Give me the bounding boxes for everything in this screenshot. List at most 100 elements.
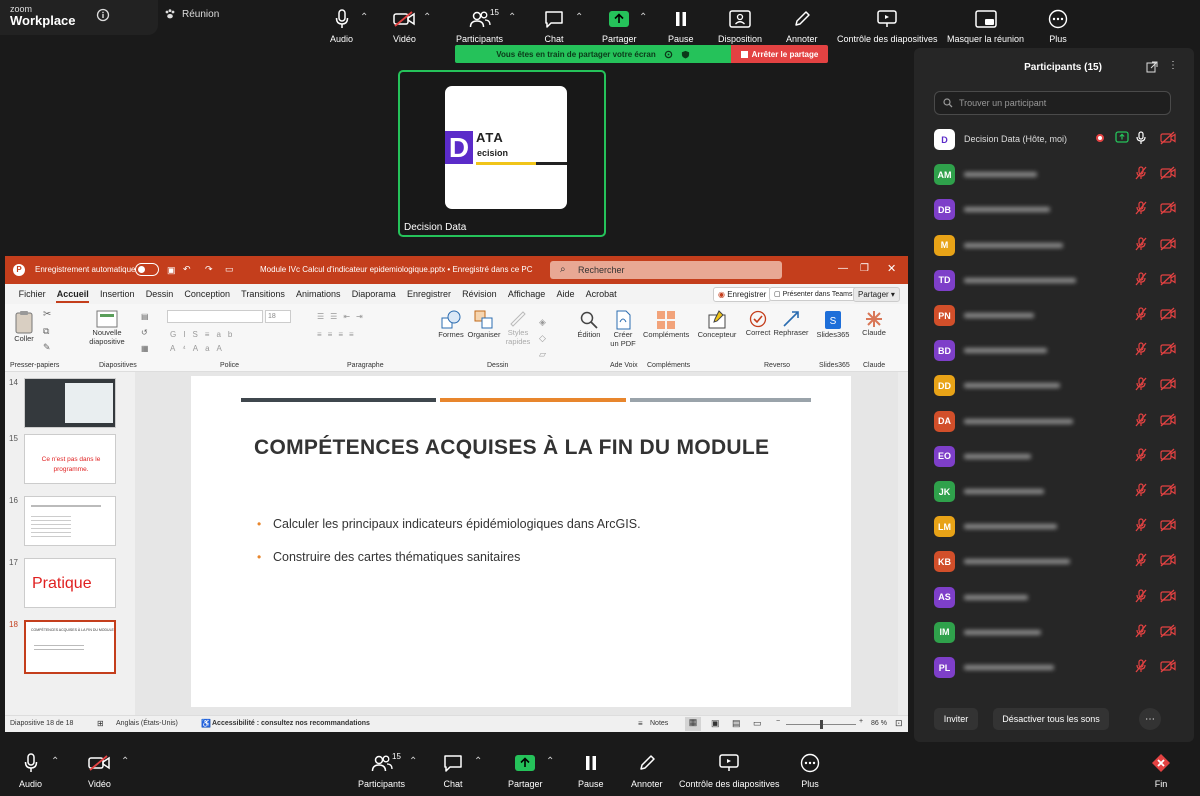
language-label[interactable]: Anglais (États-Unis) <box>116 720 178 727</box>
more-button[interactable]: Plus <box>1048 8 1068 44</box>
zoom-thumb[interactable] <box>820 720 823 729</box>
shape-format-icons[interactable]: ◈ ◇ ▱ <box>539 314 546 362</box>
minimize-icon[interactable]: — <box>838 263 848 274</box>
participant-row[interactable]: TD <box>934 268 1184 296</box>
restore-icon[interactable]: ❐ <box>860 263 869 274</box>
undo-icon[interactable]: ↶ <box>183 264 191 275</box>
arrange-button[interactable]: Organiser <box>467 310 501 339</box>
ppt-menu-8[interactable]: Enregistrer <box>401 289 456 299</box>
designer-button[interactable]: Concepteur <box>695 310 739 339</box>
settings-icon[interactable] <box>664 50 673 59</box>
record-button[interactable]: ◉ Enregistrer <box>713 287 772 302</box>
slide-control-button[interactable]: Contrôle des diapositives <box>837 8 938 44</box>
slide-thumbnails-pane[interactable]: 14 15 Ce n'est pas dans le programme. 16… <box>5 372 135 715</box>
camera-off-icon[interactable] <box>1160 624 1176 638</box>
mic-off-icon[interactable] <box>1134 412 1148 427</box>
ppt-menu-6[interactable]: Animations <box>290 289 346 299</box>
video-button[interactable]: Vidéo <box>393 8 416 44</box>
camera-off-icon[interactable] <box>1160 166 1176 180</box>
ppt-menu-3[interactable]: Dessin <box>140 289 179 299</box>
mic-off-icon[interactable] <box>1134 342 1148 356</box>
mute-all-button[interactable]: Désactiver tous les sons <box>993 708 1109 730</box>
autosave-toggle[interactable] <box>135 263 159 276</box>
save-icon[interactable]: ▣ <box>167 265 176 276</box>
camera-off-icon[interactable] <box>1160 201 1176 215</box>
camera-off-icon[interactable] <box>1160 131 1176 145</box>
font-size-select[interactable]: 18 <box>265 310 291 323</box>
participant-row[interactable]: DB <box>934 197 1184 225</box>
zoom-out-icon[interactable]: − <box>776 718 780 725</box>
normal-view-icon[interactable]: ▦ <box>685 717 701 731</box>
mic-off-icon[interactable] <box>1134 236 1148 251</box>
pause-share-button[interactable]: Pause <box>668 8 694 44</box>
share-chevron-icon[interactable]: ⌃ <box>546 756 554 767</box>
camera-off-icon[interactable] <box>1160 377 1176 391</box>
participant-row[interactable]: BD <box>934 338 1184 366</box>
camera-off-icon[interactable] <box>1160 237 1176 251</box>
video-chevron-icon[interactable]: ⌃ <box>423 12 431 23</box>
align-buttons[interactable]: ≡≡≡≡ <box>317 330 360 339</box>
mic-off-icon[interactable] <box>1134 483 1148 497</box>
camera-off-icon[interactable] <box>1160 589 1176 603</box>
share-chevron-icon[interactable]: ⌃ <box>639 12 647 23</box>
section-icon[interactable]: ▦ <box>141 344 149 353</box>
layout-icon-small[interactable]: ▤ <box>141 312 149 321</box>
annotate-button-bottom[interactable]: Annoter <box>631 752 663 789</box>
ppt-menu-0[interactable]: Fichier <box>13 289 51 299</box>
addins-button[interactable]: Compléments <box>643 310 689 339</box>
camera-off-icon[interactable] <box>1160 553 1176 567</box>
chat-chevron-icon[interactable]: ⌃ <box>575 12 583 23</box>
format-painter-icon[interactable]: ✎ <box>43 342 51 353</box>
ppt-menu-11[interactable]: Aide <box>551 289 580 299</box>
mic-off-icon[interactable] <box>1134 624 1148 638</box>
participant-row[interactable]: JK <box>934 479 1184 507</box>
participant-row[interactable]: D Decision Data (Hôte, moi) <box>934 127 1184 155</box>
zoom-in-icon[interactable]: + <box>859 718 863 725</box>
participant-row[interactable]: IM <box>934 620 1184 648</box>
ppt-menu-12[interactable]: Acrobat <box>580 289 622 299</box>
slide-thumbnail[interactable] <box>24 496 116 546</box>
slide-thumbnail[interactable]: Ce n'est pas dans le programme. <box>24 434 116 484</box>
ppt-menu-1[interactable]: Accueil <box>51 289 94 303</box>
participant-row[interactable]: DA <box>934 409 1184 437</box>
quick-styles-button[interactable]: Styles rapides <box>503 310 533 346</box>
slideshow-view-icon[interactable]: ▭ <box>753 718 762 729</box>
slide-thumbnail-active[interactable]: COMPÉTENCES ACQUISES À LA FIN DU MODULE <box>24 620 116 674</box>
mic-off-icon[interactable] <box>1134 588 1148 603</box>
camera-off-icon[interactable] <box>1160 342 1176 356</box>
font-color-buttons[interactable]: A⁴AaA <box>170 344 229 353</box>
font-format-buttons[interactable]: GIS≡ab <box>170 330 239 339</box>
chat-button[interactable]: Chat <box>544 8 564 44</box>
ppt-menu-9[interactable]: Révision <box>457 289 503 299</box>
mic-off-icon[interactable] <box>1134 377 1148 391</box>
participant-row[interactable]: KB <box>934 549 1184 577</box>
camera-off-icon[interactable] <box>1160 659 1176 673</box>
mic-off-icon[interactable] <box>1134 448 1148 462</box>
audio-chevron-icon[interactable]: ⌃ <box>360 12 368 23</box>
correct-button[interactable]: Correct <box>743 310 773 337</box>
layout-button[interactable]: Disposition <box>718 8 762 44</box>
redo-icon[interactable]: ↷ <box>205 264 213 275</box>
share-button-bottom[interactable]: Partager <box>508 752 543 789</box>
current-slide[interactable]: COMPÉTENCES ACQUISES À LA FIN DU MODULE … <box>191 376 851 707</box>
popout-icon[interactable] <box>1146 61 1158 73</box>
audio-button-bottom[interactable]: Audio <box>19 752 42 789</box>
zoom-level[interactable]: 86 % <box>871 720 887 727</box>
participant-row[interactable]: AM <box>934 162 1184 190</box>
mic-off-icon[interactable] <box>1134 659 1148 673</box>
participant-row[interactable]: EO <box>934 444 1184 472</box>
font-family-select[interactable] <box>167 310 263 323</box>
sorter-view-icon[interactable]: ▣ <box>711 718 720 729</box>
mic-off-icon[interactable] <box>1134 307 1148 321</box>
fit-slide-icon[interactable]: ⊡ <box>895 718 903 729</box>
video-chevron-icon[interactable]: ⌃ <box>121 756 129 767</box>
participant-search-input[interactable]: Trouver un participant <box>934 91 1171 115</box>
slide-control-button-bottom[interactable]: Contrôle des diapositives <box>679 752 780 789</box>
invite-button[interactable]: Inviter <box>934 708 978 730</box>
participants-chevron-icon[interactable]: ⌃ <box>409 756 417 767</box>
paste-button[interactable]: Coller <box>11 310 37 343</box>
spellcheck-icon[interactable]: ⊞ <box>97 719 104 728</box>
panel-options-button[interactable]: ⋯ <box>1139 708 1161 730</box>
mic-on-icon[interactable] <box>1134 131 1148 145</box>
rephrase-button[interactable]: Rephraser <box>773 310 809 337</box>
